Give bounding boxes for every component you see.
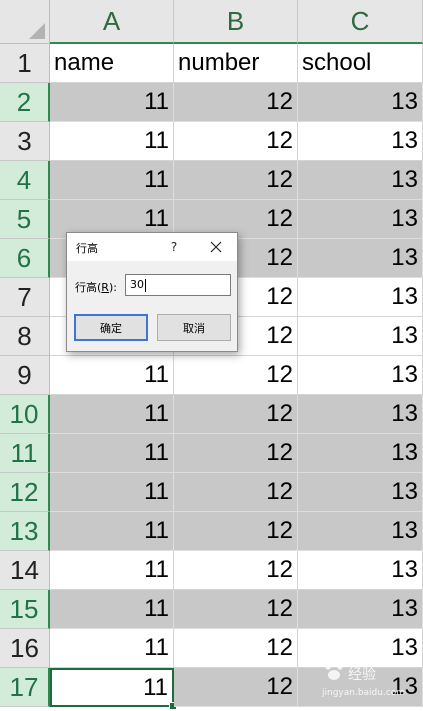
cell-c6[interactable]: 13 <box>298 239 423 278</box>
cell-b10[interactable]: 12 <box>174 395 298 434</box>
cell-c4[interactable]: 13 <box>298 161 423 200</box>
row-header-11[interactable]: 11 <box>0 434 50 473</box>
close-button[interactable] <box>205 236 227 258</box>
column-header-c[interactable]: C <box>298 0 423 44</box>
row-header-17[interactable]: 17 <box>0 668 50 707</box>
cell-b16[interactable]: 12 <box>174 629 298 668</box>
cell-b2[interactable]: 12 <box>174 83 298 122</box>
dialog-title: 行高 <box>76 242 98 255</box>
row-height-label-prefix: 行高( <box>75 281 102 294</box>
cell-b17[interactable]: 12 <box>174 668 298 707</box>
cancel-button[interactable]: 取消 <box>157 314 231 341</box>
cell-a11[interactable]: 11 <box>50 434 174 473</box>
row-height-value: 30 <box>130 278 144 291</box>
cell-b12[interactable]: 12 <box>174 473 298 512</box>
row-header-14[interactable]: 14 <box>0 551 50 590</box>
cell-c2[interactable]: 13 <box>298 83 423 122</box>
spreadsheet-grid: A B C 1 name number school 2 11 12 13 3 11 12 13 4 11 12 1… <box>0 0 423 711</box>
close-icon <box>210 241 222 253</box>
cell-a9[interactable]: 11 <box>50 356 174 395</box>
cell-a13[interactable]: 11 <box>50 512 174 551</box>
cell-c14[interactable]: 13 <box>298 551 423 590</box>
row-header-12[interactable]: 12 <box>0 473 50 512</box>
row-header-10[interactable]: 10 <box>0 395 50 434</box>
row-header-7[interactable]: 7 <box>0 278 50 317</box>
cell-a3[interactable]: 11 <box>50 122 174 161</box>
cell-a15[interactable]: 11 <box>50 590 174 629</box>
row-header-3[interactable]: 3 <box>0 122 50 161</box>
cell-c12[interactable]: 13 <box>298 473 423 512</box>
watermark-text: 经验 <box>348 667 376 683</box>
cell-c9[interactable]: 13 <box>298 356 423 395</box>
row-header-5[interactable]: 5 <box>0 200 50 239</box>
select-all-corner[interactable] <box>0 0 50 44</box>
cell-c10[interactable]: 13 <box>298 395 423 434</box>
cell-c1[interactable]: school <box>298 44 423 83</box>
row-header-2[interactable]: 2 <box>0 83 50 122</box>
cell-b9[interactable]: 12 <box>174 356 298 395</box>
paw-logo-icon <box>325 661 343 680</box>
cell-a12[interactable]: 11 <box>50 473 174 512</box>
cell-b3[interactable]: 12 <box>174 122 298 161</box>
cell-b14[interactable]: 12 <box>174 551 298 590</box>
column-header-b[interactable]: B <box>174 0 298 44</box>
row-header-6[interactable]: 6 <box>0 239 50 278</box>
row-header-13[interactable]: 13 <box>0 512 50 551</box>
cell-c8[interactable]: 13 <box>298 317 423 356</box>
cell-a4[interactable]: 11 <box>50 161 174 200</box>
cell-c5[interactable]: 13 <box>298 200 423 239</box>
cell-a1[interactable]: name <box>50 44 174 83</box>
row-header-9[interactable]: 9 <box>0 356 50 395</box>
row-height-label: 行高(R): <box>75 279 117 295</box>
cell-b13[interactable]: 12 <box>174 512 298 551</box>
ok-button[interactable]: 确定 <box>74 314 148 341</box>
row-header-15[interactable]: 15 <box>0 590 50 629</box>
help-button[interactable]: ? <box>165 237 183 257</box>
row-header-16[interactable]: 16 <box>0 629 50 668</box>
cell-c13[interactable]: 13 <box>298 512 423 551</box>
watermark-url: jingyan.baidu.com <box>322 688 406 698</box>
row-header-4[interactable]: 4 <box>0 161 50 200</box>
baidu-jingyan-watermark: 经验 jingyan.baidu.com <box>322 654 420 708</box>
cell-a10[interactable]: 11 <box>50 395 174 434</box>
row-height-input[interactable]: 30 <box>125 274 231 296</box>
cell-b11[interactable]: 12 <box>174 434 298 473</box>
row-height-dialog: 行高 ? 行高(R): 30 确定 取消 <box>66 232 238 352</box>
row-height-label-suffix: ): <box>108 281 117 294</box>
text-caret <box>145 278 146 292</box>
dialog-titlebar: 行高 ? <box>67 233 237 261</box>
cell-c11[interactable]: 13 <box>298 434 423 473</box>
row-height-label-accesskey: R <box>101 281 109 294</box>
row-header-1[interactable]: 1 <box>0 44 50 83</box>
cell-a16[interactable]: 11 <box>50 629 174 668</box>
cell-c7[interactable]: 13 <box>298 278 423 317</box>
cell-a14[interactable]: 11 <box>50 551 174 590</box>
cell-c3[interactable]: 13 <box>298 122 423 161</box>
cell-b15[interactable]: 12 <box>174 590 298 629</box>
cell-a17[interactable]: 11 <box>50 668 174 707</box>
column-header-a[interactable]: A <box>50 0 174 44</box>
row-header-8[interactable]: 8 <box>0 317 50 356</box>
cell-b1[interactable]: number <box>174 44 298 83</box>
select-all-triangle-icon <box>29 23 45 39</box>
cell-c15[interactable]: 13 <box>298 590 423 629</box>
cell-b4[interactable]: 12 <box>174 161 298 200</box>
cell-a2[interactable]: 11 <box>50 83 174 122</box>
